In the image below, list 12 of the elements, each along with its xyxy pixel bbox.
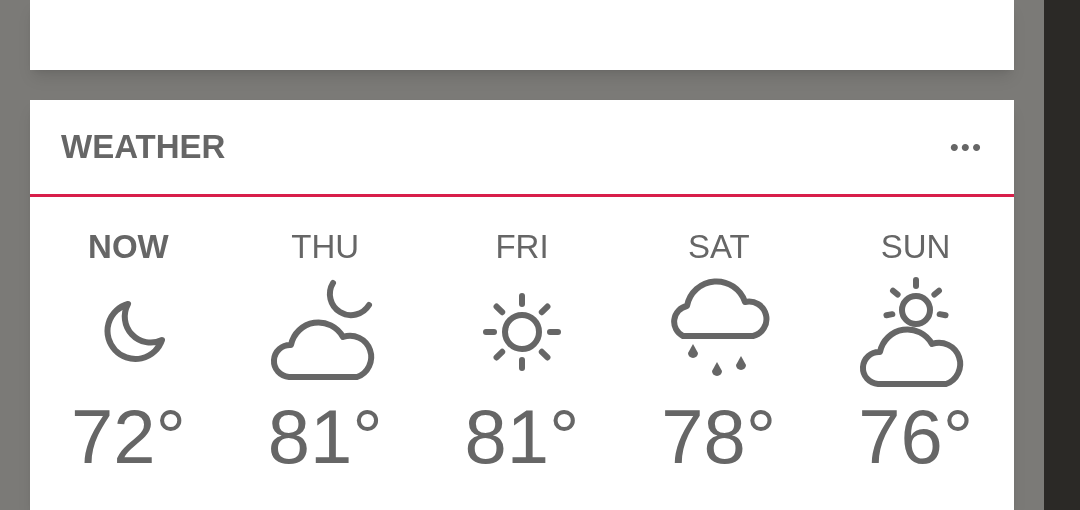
day-label: THU	[291, 227, 360, 267]
day-label: FRI	[495, 227, 549, 267]
temperature: 78°	[661, 397, 777, 477]
temperature: 72°	[70, 397, 186, 477]
day-label: SAT	[687, 227, 750, 267]
temperature: 76°	[858, 397, 974, 477]
day-label: SUN	[880, 227, 951, 267]
temperature: 81°	[267, 397, 383, 477]
temperature: 81°	[464, 397, 580, 477]
more-button[interactable]: •••	[949, 134, 983, 160]
day-label: NOW	[88, 227, 169, 267]
card-title: WEATHER	[61, 127, 226, 168]
